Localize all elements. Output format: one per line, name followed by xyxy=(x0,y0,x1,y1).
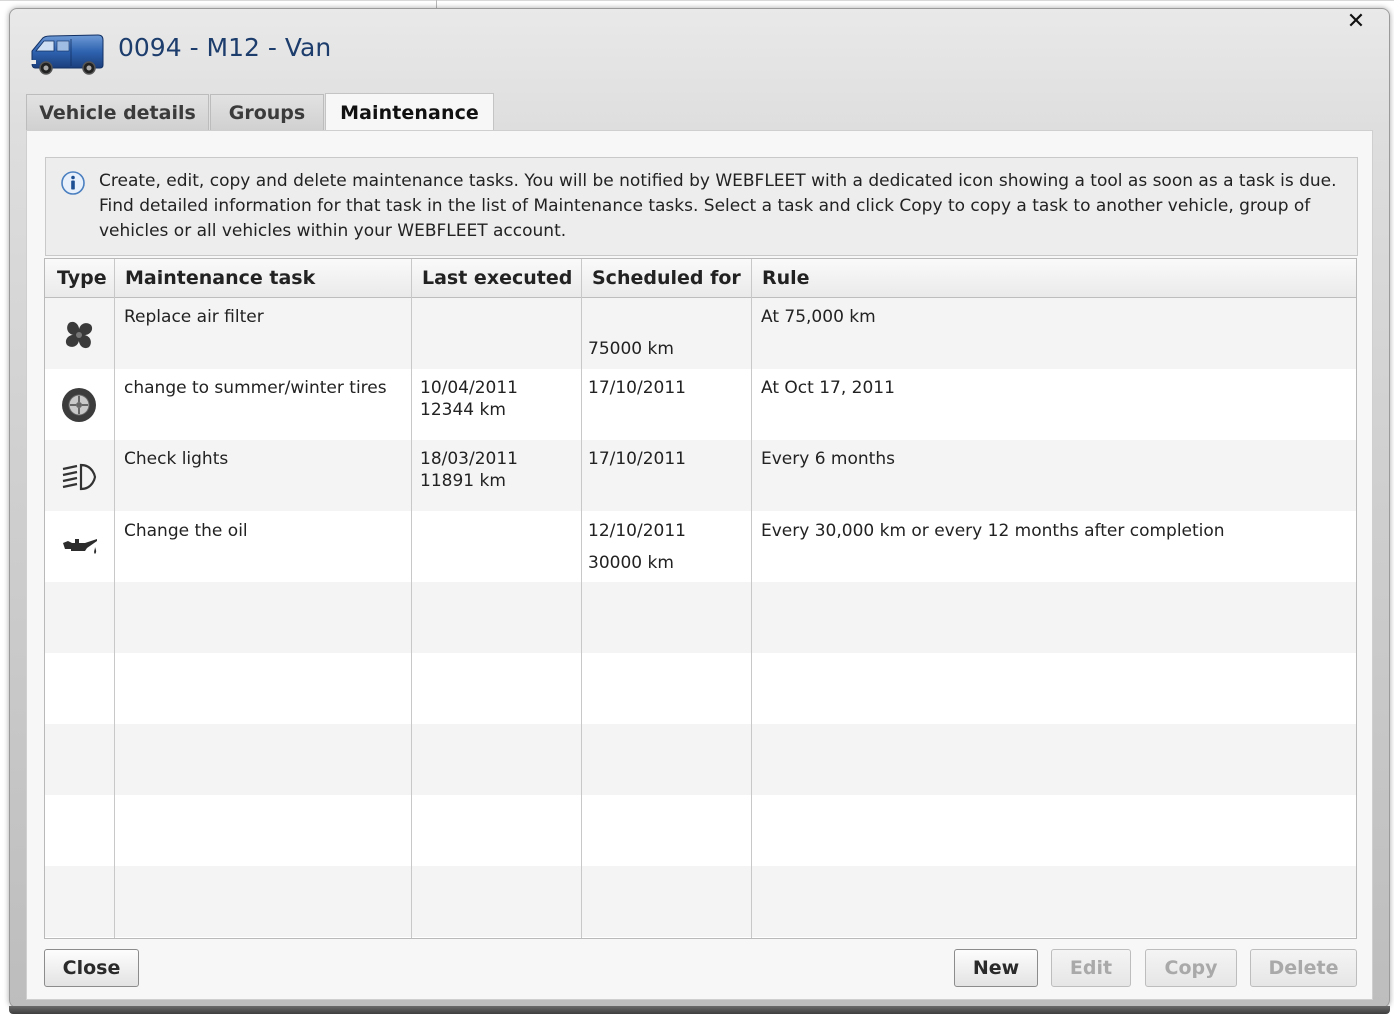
tab-vehicle-details[interactable]: Vehicle details xyxy=(26,94,209,131)
tire-icon xyxy=(62,388,96,422)
rule-text: Every 30,000 km or every 12 months after… xyxy=(761,521,1225,541)
info-text: Create, edit, copy and delete maintenanc… xyxy=(99,171,1337,241)
task-name: Change the oil xyxy=(124,521,248,541)
fan-icon xyxy=(65,321,93,349)
close-icon[interactable]: ✕ xyxy=(1345,11,1367,33)
headlight-icon xyxy=(62,463,97,491)
task-name: Check lights xyxy=(124,449,229,469)
delete-button[interactable]: Delete xyxy=(1250,949,1357,987)
background-divider xyxy=(436,0,437,8)
tab-groups[interactable]: Groups xyxy=(210,94,324,131)
table-header: Type Maintenance task Last executed Sche… xyxy=(45,259,1356,298)
column-divider xyxy=(411,259,412,938)
column-header-type[interactable]: Type xyxy=(47,259,115,297)
scheduled-km: 30000 km xyxy=(588,553,674,573)
last-executed-km: 11891 km xyxy=(420,471,506,491)
table-row xyxy=(45,724,1356,795)
table-row xyxy=(45,582,1356,653)
table-row xyxy=(45,795,1356,866)
info-box: Create, edit, copy and delete maintenanc… xyxy=(45,157,1358,256)
info-icon xyxy=(61,171,85,195)
column-divider xyxy=(581,259,582,938)
maintenance-tasks-table: Type Maintenance task Last executed Sche… xyxy=(44,258,1357,939)
column-header-rule[interactable]: Rule xyxy=(752,259,1352,297)
dialog-title: 0094 - M12 - Van xyxy=(118,33,332,62)
edit-button[interactable]: Edit xyxy=(1051,949,1131,987)
column-divider xyxy=(751,259,752,938)
table-row xyxy=(45,866,1356,937)
tab-maintenance-label: Maintenance xyxy=(340,102,479,124)
column-header-task[interactable]: Maintenance task xyxy=(115,259,412,297)
column-divider xyxy=(114,259,115,938)
oil-can-icon xyxy=(63,539,97,554)
task-name: Replace air filter xyxy=(124,307,264,327)
scheduled-date: 17/10/2011 xyxy=(588,449,686,469)
background-divider xyxy=(0,0,1394,1)
tab-maintenance[interactable]: Maintenance xyxy=(325,93,494,132)
rule-text: Every 6 months xyxy=(761,449,895,469)
van-icon xyxy=(30,34,104,75)
column-header-scheduled-for[interactable]: Scheduled for xyxy=(582,259,752,297)
dialog-shadow xyxy=(9,1006,1390,1014)
column-header-last-executed[interactable]: Last executed xyxy=(412,259,582,297)
scheduled-date: 17/10/2011 xyxy=(588,378,686,398)
close-button[interactable]: Close xyxy=(44,949,139,987)
table-row xyxy=(45,653,1356,724)
rule-text: At Oct 17, 2011 xyxy=(761,378,895,398)
new-button[interactable]: New xyxy=(954,949,1038,987)
table-row[interactable] xyxy=(45,440,1356,511)
copy-button[interactable]: Copy xyxy=(1145,949,1237,987)
rule-text: At 75,000 km xyxy=(761,307,876,327)
task-name: change to summer/winter tires xyxy=(124,378,387,398)
